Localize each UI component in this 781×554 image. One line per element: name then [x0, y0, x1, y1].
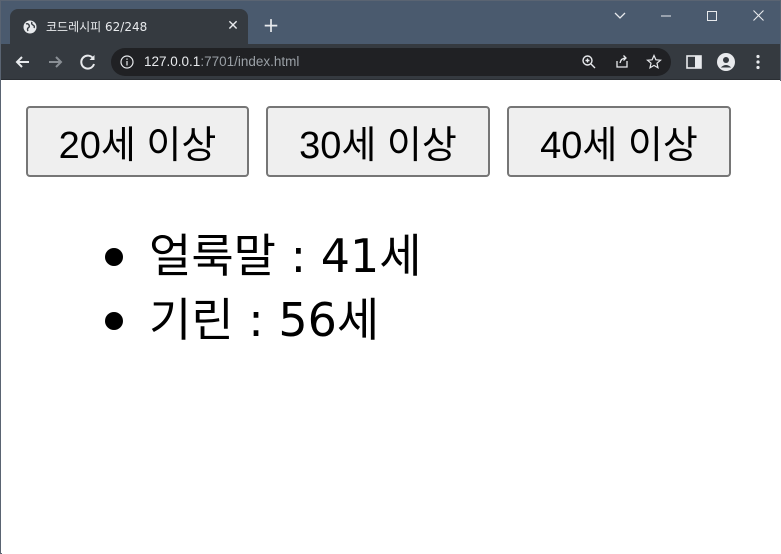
bookmark-star-icon[interactable]: [646, 54, 662, 70]
close-window-icon[interactable]: [735, 5, 781, 27]
tab-strip: 코드레시피 62/248 ✕ +: [1, 1, 780, 44]
filter-20-plus-button[interactable]: 20세 이상: [26, 106, 249, 177]
filter-40-plus-button[interactable]: 40세 이상: [507, 106, 731, 177]
profile-avatar-icon[interactable]: [717, 53, 735, 71]
browser-tab[interactable]: 코드레시피 62/248 ✕: [10, 9, 248, 44]
site-info-icon[interactable]: [120, 55, 134, 69]
address-bar[interactable]: 127.0.0.1:7701/index.html: [111, 48, 671, 76]
list-item: 얼룩말 : 41세: [102, 224, 422, 288]
forward-arrow-icon[interactable]: [44, 51, 66, 73]
minimize-icon[interactable]: [643, 5, 689, 27]
reload-icon[interactable]: [77, 51, 99, 73]
zoom-icon[interactable]: [581, 54, 597, 70]
back-arrow-icon[interactable]: [12, 51, 34, 73]
animal-label: 얼룩말 : 41세: [149, 229, 422, 283]
page-content: 20세 이상 30세 이상 40세 이상 얼룩말 : 41세 기린 : 56세: [2, 81, 781, 554]
tab-search-icon[interactable]: [597, 5, 643, 27]
close-tab-icon[interactable]: ✕: [224, 17, 242, 35]
url-text: 127.0.0.1:7701/index.html: [144, 54, 300, 69]
tab-title: 코드레시피 62/248: [46, 20, 148, 34]
side-panel-icon[interactable]: [685, 53, 703, 71]
new-tab-icon[interactable]: +: [260, 14, 282, 36]
maximize-icon[interactable]: [689, 5, 735, 27]
bullet-icon: [105, 248, 123, 266]
animal-list: 얼룩말 : 41세 기린 : 56세: [102, 224, 422, 352]
browser-window: 코드레시피 62/248 ✕ + 127.0.0.1:7701/index.ht…: [0, 0, 781, 554]
browser-toolbar: 127.0.0.1:7701/index.html: [1, 44, 780, 80]
list-item: 기린 : 56세: [102, 288, 422, 352]
globe-icon: [23, 20, 37, 34]
share-icon[interactable]: [614, 54, 630, 70]
more-menu-icon[interactable]: [749, 53, 767, 71]
filter-30-plus-button[interactable]: 30세 이상: [266, 106, 490, 177]
bullet-icon: [105, 312, 123, 330]
animal-label: 기린 : 56세: [149, 293, 380, 347]
